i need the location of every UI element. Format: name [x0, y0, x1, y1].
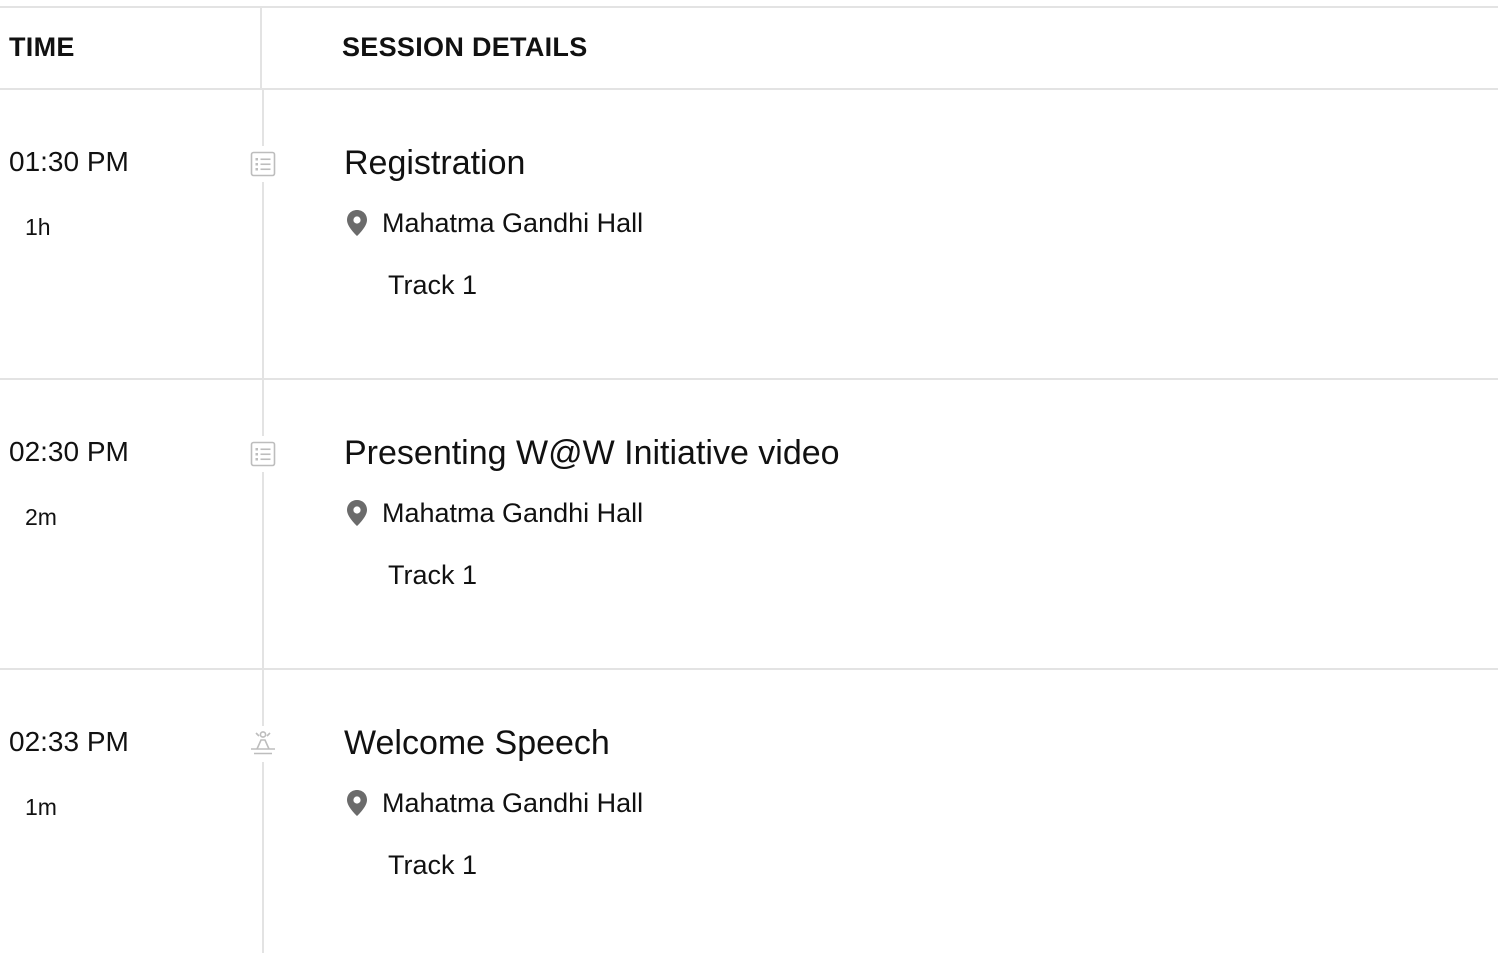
time-column-header: TIME	[9, 32, 75, 62]
session-location-label: Mahatma Gandhi Hall	[382, 787, 644, 818]
session-location-label: Mahatma Gandhi Hall	[382, 207, 644, 238]
session-title[interactable]: Welcome Speech	[344, 724, 610, 763]
session-track: Track 1	[388, 270, 478, 300]
location-pin-icon	[344, 208, 370, 238]
session-duration: 2m	[25, 504, 57, 530]
session-location: Mahatma Gandhi Hall	[344, 206, 643, 240]
session-track: Track 1	[388, 560, 478, 590]
list-icon	[248, 146, 278, 182]
session-time: 02:30 PM	[9, 436, 129, 467]
agenda-header: TIME SESSION DETAILS	[0, 8, 1498, 88]
header-column-divider	[260, 8, 262, 88]
speaker-podium-icon	[248, 726, 278, 762]
session-title[interactable]: Presenting W@W Initiative video	[344, 434, 840, 473]
session-location: Mahatma Gandhi Hall	[344, 496, 643, 530]
agenda-page: TIME SESSION DETAILS 01:30 PM 1h Registr…	[0, 0, 1498, 953]
location-pin-icon	[344, 788, 370, 818]
session-time: 02:33 PM	[9, 726, 129, 757]
session-time: 01:30 PM	[9, 146, 129, 177]
session-duration: 1h	[25, 214, 51, 240]
session-title[interactable]: Registration	[344, 144, 525, 183]
session-duration: 1m	[25, 794, 57, 820]
session-row-presenting-video[interactable]: 02:30 PM 2m Presenting W@W Initiative vi…	[0, 380, 1498, 670]
list-icon	[248, 436, 278, 472]
session-row-welcome-speech[interactable]: 02:33 PM 1m Welcome Speech Mahatma Gandh…	[0, 670, 1498, 953]
location-pin-icon	[344, 498, 370, 528]
session-details-column-header: SESSION DETAILS	[342, 32, 588, 62]
session-row-registration[interactable]: 01:30 PM 1h Registration Mahatma Gandhi	[0, 90, 1498, 380]
session-track: Track 1	[388, 850, 478, 880]
session-location-label: Mahatma Gandhi Hall	[382, 497, 644, 528]
session-location: Mahatma Gandhi Hall	[344, 786, 643, 820]
